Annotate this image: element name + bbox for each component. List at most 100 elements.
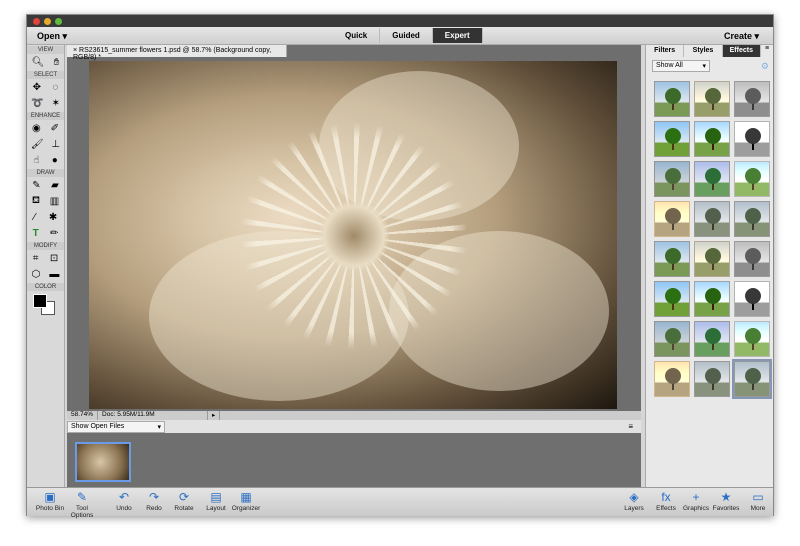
- effect-thumbnail[interactable]: [734, 121, 770, 157]
- mode-expert[interactable]: Expert: [432, 28, 483, 43]
- section-modify: MODIFY: [27, 242, 64, 250]
- mode-quick[interactable]: Quick: [333, 28, 381, 43]
- clone-stamp-icon[interactable]: ⊥: [51, 139, 60, 150]
- tab-filters[interactable]: Filters: [646, 45, 685, 57]
- photo-thumbnail[interactable]: [75, 442, 131, 482]
- type-tool-icon[interactable]: T: [33, 228, 39, 239]
- tab-effects[interactable]: Effects: [722, 45, 761, 57]
- zoom-level[interactable]: 58.74%: [67, 411, 99, 420]
- minimize-icon[interactable]: [44, 17, 51, 25]
- section-enhance: ENHANCE: [27, 112, 64, 120]
- effect-thumbnail[interactable]: [654, 321, 690, 357]
- organizer-button[interactable]: ▦ Organizer: [229, 490, 263, 512]
- color-swatches[interactable]: [27, 291, 64, 315]
- gradient-tool-icon[interactable]: ▥: [50, 196, 59, 207]
- photo-bin-button[interactable]: ▣ Photo Bin: [33, 490, 67, 512]
- create-button[interactable]: Create ▾: [724, 31, 759, 42]
- lasso-tool-icon[interactable]: ➰: [31, 98, 43, 109]
- effect-thumbnail[interactable]: [694, 241, 730, 277]
- status-menu-arrow-icon[interactable]: ▸: [208, 411, 221, 420]
- effect-thumbnail[interactable]: [734, 201, 770, 237]
- close-icon[interactable]: [33, 17, 40, 25]
- favorites-button[interactable]: ★ Favorites: [709, 490, 743, 512]
- effect-thumbnail[interactable]: [734, 161, 770, 197]
- effect-thumbnail[interactable]: [654, 161, 690, 197]
- graphics-icon: +: [692, 490, 700, 504]
- paint-bucket-icon[interactable]: ⛾: [32, 195, 40, 208]
- rotate-button[interactable]: ⟳ Rotate: [167, 490, 201, 512]
- eyedropper-icon[interactable]: ⁄: [34, 212, 36, 223]
- redo-button[interactable]: ↷ Redo: [137, 490, 171, 512]
- magic-wand-icon[interactable]: ✶: [52, 98, 60, 109]
- doc-size: Doc: 5.95M/11.9M: [98, 411, 209, 420]
- redo-icon: ↷: [148, 490, 160, 504]
- button-label: Redo: [146, 505, 162, 512]
- create-label: Create: [723, 31, 752, 41]
- tool-options-button[interactable]: ✎ Tool Options: [65, 490, 99, 519]
- effect-thumbnail[interactable]: [734, 321, 770, 357]
- menu-bar: Open ▾ Quick Guided Expert Create ▾: [27, 27, 773, 45]
- foreground-color[interactable]: [33, 294, 47, 308]
- section-select: SELECT: [27, 71, 64, 79]
- effect-thumbnail[interactable]: [654, 361, 690, 397]
- effect-thumbnail[interactable]: [654, 281, 690, 317]
- graphics-button[interactable]: + Graphics: [679, 490, 713, 512]
- show-open-files-select[interactable]: Show Open Files ▾: [67, 420, 165, 433]
- brush-tool-icon[interactable]: ✎: [32, 180, 40, 191]
- effect-thumbnail[interactable]: [694, 81, 730, 117]
- effect-thumbnail[interactable]: [694, 361, 730, 397]
- content-move-icon[interactable]: ⬡: [32, 269, 41, 280]
- undo-button[interactable]: ↶ Undo: [107, 490, 141, 512]
- effects-icon: fx: [661, 490, 671, 504]
- layout-button[interactable]: ▤ Layout: [199, 490, 233, 512]
- effect-thumbnail[interactable]: [694, 281, 730, 317]
- effect-thumbnail[interactable]: [734, 281, 770, 317]
- shape-tool-icon[interactable]: ✱: [49, 212, 57, 223]
- zoom-tool-icon[interactable]: 🔍︎: [32, 57, 45, 68]
- button-label: Organizer: [231, 505, 261, 512]
- effect-thumbnail[interactable]: [654, 201, 690, 237]
- hand-tool-icon[interactable]: ✋︎: [54, 57, 60, 68]
- straighten-tool-icon[interactable]: ▬: [49, 269, 59, 280]
- marquee-tool-icon[interactable]: ◌: [52, 82, 58, 93]
- smart-brush-icon[interactable]: 🖌︎: [31, 139, 44, 150]
- effect-thumbnail[interactable]: [734, 241, 770, 277]
- effect-thumbnail[interactable]: [654, 241, 690, 277]
- canvas-image[interactable]: [89, 61, 617, 409]
- effect-thumbnail[interactable]: [734, 81, 770, 117]
- mode-guided[interactable]: Guided: [380, 28, 433, 43]
- effects-panel: Filters Styles Effects ≡ Show All ▾ ⚙: [645, 45, 773, 487]
- eraser-tool-icon[interactable]: ▰: [51, 180, 59, 191]
- layers-button[interactable]: ◈ Layers: [617, 490, 651, 512]
- effect-thumbnail[interactable]: [694, 201, 730, 237]
- settings-gear-icon[interactable]: ⚙: [761, 61, 769, 72]
- show-all-select[interactable]: Show All ▾: [652, 60, 710, 72]
- button-label: Favorites: [712, 505, 740, 512]
- blur-tool-icon[interactable]: ☝︎: [33, 155, 39, 166]
- effect-thumbnail[interactable]: [654, 81, 690, 117]
- bin-menu-icon[interactable]: ≡: [628, 422, 633, 431]
- effects-button[interactable]: fx Effects: [649, 490, 683, 512]
- tab-styles[interactable]: Styles: [684, 45, 723, 57]
- crop-tool-icon[interactable]: ⌗: [33, 253, 39, 264]
- photo-bin: Show Open Files ▾ ≡: [67, 420, 641, 487]
- button-label: Rotate: [174, 505, 194, 512]
- document-tab[interactable]: × RS23615_summer flowers 1.psd @ 58.7% (…: [67, 45, 287, 61]
- organizer-icon: ▦: [240, 490, 252, 504]
- more-button[interactable]: ▭ More: [741, 490, 775, 512]
- move-tool-icon[interactable]: ✥: [33, 82, 41, 93]
- effect-thumbnail[interactable]: [654, 121, 690, 157]
- pencil-tool-icon[interactable]: ✏︎: [50, 228, 58, 239]
- red-eye-icon[interactable]: ◉: [32, 123, 41, 134]
- effect-thumbnail[interactable]: [694, 161, 730, 197]
- zoom-icon[interactable]: [55, 17, 62, 25]
- open-button[interactable]: Open ▾: [37, 31, 67, 42]
- effect-thumbnail[interactable]: [694, 321, 730, 357]
- recompose-tool-icon[interactable]: ⊡: [50, 253, 58, 264]
- spot-healing-icon[interactable]: ✐: [51, 123, 59, 134]
- effect-thumbnail[interactable]: [732, 359, 772, 399]
- panel-menu-icon[interactable]: ≡: [761, 45, 773, 57]
- button-label: Layers: [624, 505, 644, 512]
- effect-thumbnail[interactable]: [694, 121, 730, 157]
- sponge-tool-icon[interactable]: ●: [52, 155, 58, 166]
